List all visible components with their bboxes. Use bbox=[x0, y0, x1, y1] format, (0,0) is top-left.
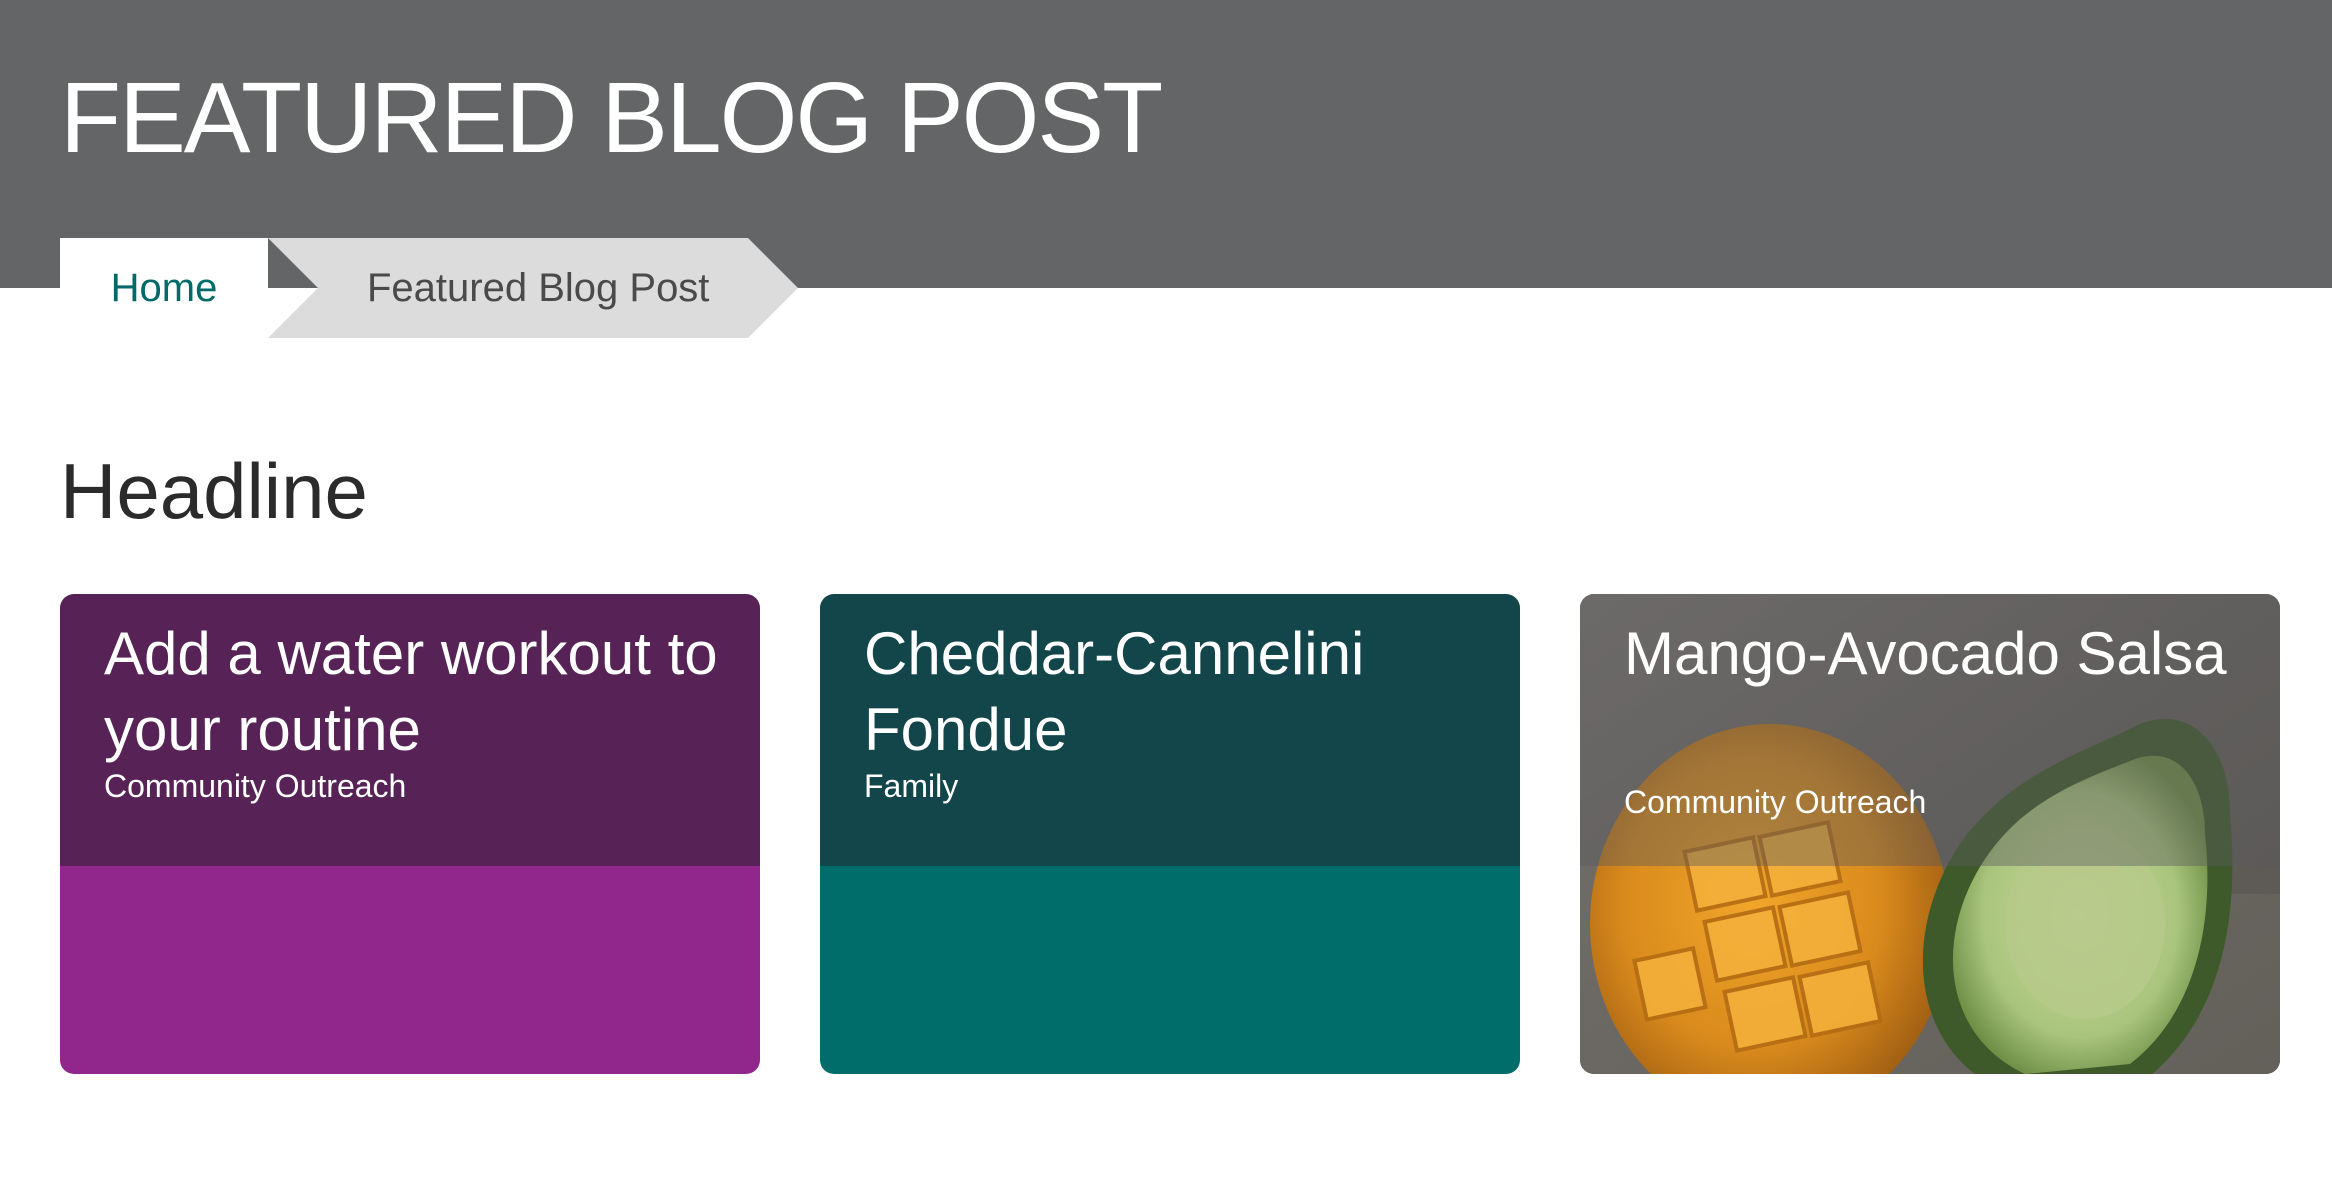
card-color-panel bbox=[820, 866, 1520, 1074]
card-title[interactable]: Add a water workout to your routine bbox=[104, 616, 734, 768]
section-heading: Headline bbox=[60, 447, 368, 535]
page-title: FEATURED BLOG POST bbox=[60, 62, 1163, 174]
blog-card-fondue[interactable]: Cheddar-Cannelini Fondue Family bbox=[820, 594, 1520, 1074]
breadcrumb: Home Featured Blog Post bbox=[60, 238, 800, 338]
breadcrumb-home-link[interactable]: Home bbox=[60, 238, 268, 338]
card-title[interactable]: Cheddar-Cannelini Fondue bbox=[864, 616, 1494, 768]
blog-card-water-workout[interactable]: Add a water workout to your routine Comm… bbox=[60, 594, 760, 1074]
blog-card-mango-salsa[interactable]: Mango-Avocado Salsa Community Outreach bbox=[1580, 594, 2280, 1074]
card-category: Community Outreach bbox=[104, 768, 407, 804]
card-title[interactable]: Mango-Avocado Salsa bbox=[1624, 616, 2254, 692]
card-category: Family bbox=[864, 768, 959, 804]
card-color-panel bbox=[60, 866, 760, 1074]
breadcrumb-current-page: Featured Blog Post bbox=[367, 266, 710, 310]
card-category: Community Outreach bbox=[1624, 784, 1927, 820]
